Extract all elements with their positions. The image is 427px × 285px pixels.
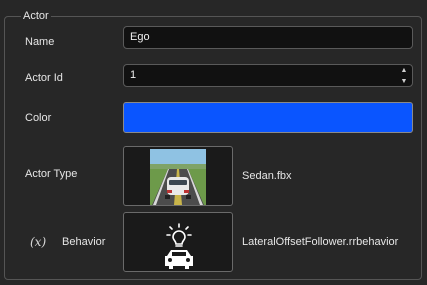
actor-type-asset-thumbnail[interactable] [123,146,233,206]
behavior-asset-name: LateralOffsetFollower.rrbehavior [242,236,399,248]
behavior-asset-thumbnail[interactable] [123,212,233,272]
color-label: Color [25,112,52,124]
actor-id-label: Actor Id [25,72,63,84]
chevron-down-icon[interactable]: ▼ [401,77,408,86]
name-value: Ego [130,31,150,43]
variable-icon[interactable]: (x) [30,235,46,249]
spin-arrows: ▲ ▼ [399,66,409,86]
car-lightbulb-icon [165,223,193,269]
actor-type-asset-name: Sedan.fbx [242,170,292,182]
actor-type-label: Actor Type [25,168,78,180]
color-swatch[interactable] [123,102,413,133]
actor-id-spinbox[interactable]: 1 ▲ ▼ [123,64,413,87]
chevron-up-icon[interactable]: ▲ [401,66,408,75]
actor-group-title: Actor [21,10,51,22]
name-label: Name [25,36,55,48]
behavior-label: Behavior [62,236,106,248]
sedan-road-preview [150,149,206,205]
actor-id-value: 1 [130,69,137,81]
name-field[interactable]: Ego [123,26,413,49]
